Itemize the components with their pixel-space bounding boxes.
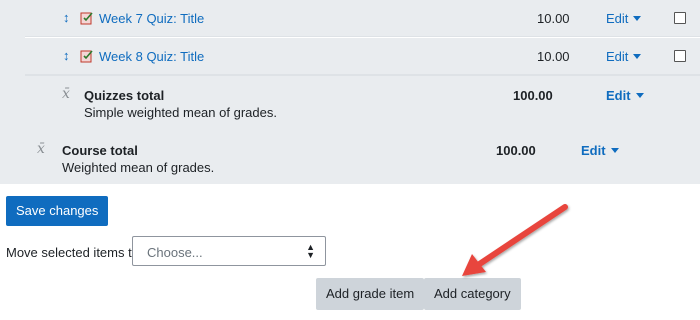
table-row: ↕ Week 7 Quiz: Title 10.00 Edit (25, 0, 700, 37)
edit-menu[interactable]: Edit (606, 11, 642, 26)
select-checkbox[interactable] (674, 50, 686, 62)
select-value: Choose... (147, 245, 203, 260)
select-checkbox[interactable] (674, 12, 686, 24)
move-destination-select[interactable]: Choose... ▲ ▼ (132, 236, 326, 266)
edit-label: Edit (581, 143, 606, 158)
category-total-max: 100.00 (513, 88, 553, 103)
edit-label: Edit (606, 11, 629, 26)
add-grade-item-button[interactable]: Add grade item (316, 278, 425, 310)
grade-item-link[interactable]: Week 8 Quiz: Title (99, 49, 204, 64)
table-row: ↕ Week 8 Quiz: Title 10.00 Edit (25, 38, 700, 75)
chevron-down-icon (635, 93, 644, 98)
course-total-label: Course total (62, 143, 138, 158)
add-category-button[interactable]: Add category (424, 278, 521, 310)
move-arrow-icon[interactable]: ↕ (63, 11, 71, 25)
category-total-row: x̄ Quizzes total Simple weighted mean of… (25, 75, 700, 127)
category-total-label: Quizzes total (84, 88, 165, 103)
course-total-max: 100.00 (496, 143, 536, 158)
chevron-down-icon (633, 16, 642, 21)
edit-menu[interactable]: Edit (581, 143, 619, 158)
chevron-down-icon (610, 148, 619, 153)
save-changes-button[interactable]: Save changes (6, 196, 109, 226)
move-selected-label: Move selected items to (6, 245, 139, 260)
edit-label: Edit (606, 49, 629, 64)
quiz-icon (80, 49, 94, 63)
edit-menu[interactable]: Edit (606, 49, 642, 64)
course-total-description: Weighted mean of grades. (62, 160, 215, 175)
sigma-icon: x̄ (37, 141, 45, 157)
sigma-icon: x̄ (62, 86, 70, 102)
edit-menu[interactable]: Edit (606, 88, 644, 103)
chevron-down-icon (633, 54, 642, 59)
grade-item-link[interactable]: Week 7 Quiz: Title (99, 11, 204, 26)
edit-label: Edit (606, 88, 631, 103)
max-grade: 10.00 (537, 49, 570, 64)
move-arrow-icon[interactable]: ↕ (63, 49, 71, 63)
select-arrows-icon: ▲ ▼ (306, 242, 315, 260)
max-grade: 10.00 (537, 11, 570, 26)
category-total-description: Simple weighted mean of grades. (84, 105, 277, 120)
quiz-icon (80, 11, 94, 25)
